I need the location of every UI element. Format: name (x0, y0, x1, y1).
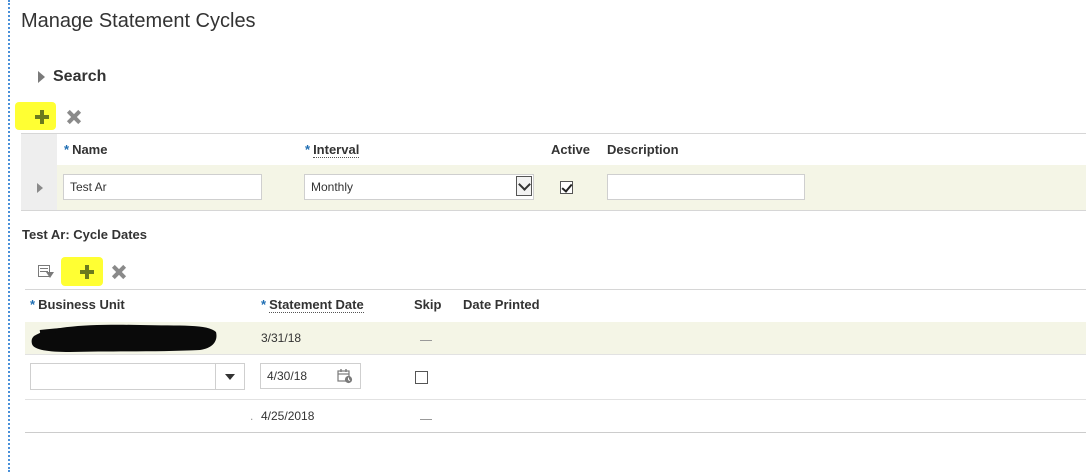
column-header-interval[interactable]: * Interval (305, 142, 360, 158)
page-title: Manage Statement Cycles (21, 10, 256, 32)
add-cycle-date-button[interactable] (79, 264, 95, 280)
description-input[interactable] (607, 174, 805, 200)
search-label: Search (53, 68, 107, 85)
delete-cycle-date-button[interactable] (111, 264, 127, 280)
interval-select[interactable]: Monthly (304, 174, 534, 200)
skip-empty-indicator (420, 419, 432, 420)
dropdown-button[interactable] (215, 364, 244, 389)
delete-icon (112, 265, 126, 279)
add-icon (35, 110, 49, 124)
skip-empty-indicator (420, 340, 432, 341)
search-section-toggle[interactable]: Search (38, 67, 106, 87)
expand-triangle-icon (38, 71, 45, 83)
statement-date-cell: 4/25/2018 (261, 409, 315, 423)
add-cycle-button[interactable] (34, 109, 50, 125)
add-icon (80, 265, 94, 279)
query-by-example-button[interactable] (37, 264, 55, 280)
statement-date-cell: 3/31/18 (261, 331, 302, 345)
column-header-description[interactable]: Description (607, 142, 679, 157)
table-row[interactable] (25, 400, 1086, 433)
column-header-name[interactable]: * Name (64, 142, 107, 157)
cycle-dates-table-header (25, 289, 1086, 323)
dropdown-button[interactable] (516, 176, 532, 196)
column-header-business-unit[interactable]: * Business Unit (30, 297, 125, 312)
redacted-business-unit (31, 324, 217, 352)
cycle-dates-title: Test Ar: Cycle Dates (22, 227, 147, 242)
name-input[interactable]: Test Ar (63, 174, 262, 200)
delete-icon (67, 110, 81, 124)
column-header-date-printed[interactable]: Date Printed (463, 297, 540, 312)
column-header-active[interactable]: Active (551, 142, 590, 157)
column-header-skip[interactable]: Skip (414, 297, 441, 312)
row-expand-icon[interactable] (37, 183, 43, 193)
chevron-down-icon (517, 177, 531, 191)
delete-cycle-button[interactable] (66, 109, 82, 125)
business-unit-select[interactable] (30, 363, 245, 390)
business-unit-cell: . (250, 409, 254, 423)
row-header-cell (21, 134, 57, 165)
filter-icon (38, 265, 54, 279)
column-header-statement-date[interactable]: * Statement Date (261, 297, 364, 313)
window-left-border (0, 0, 10, 472)
active-checkbox[interactable] (560, 181, 573, 194)
calendar-icon[interactable] (337, 368, 353, 384)
check-icon (561, 181, 573, 193)
chevron-down-icon (225, 373, 235, 380)
skip-checkbox[interactable] (415, 371, 428, 384)
